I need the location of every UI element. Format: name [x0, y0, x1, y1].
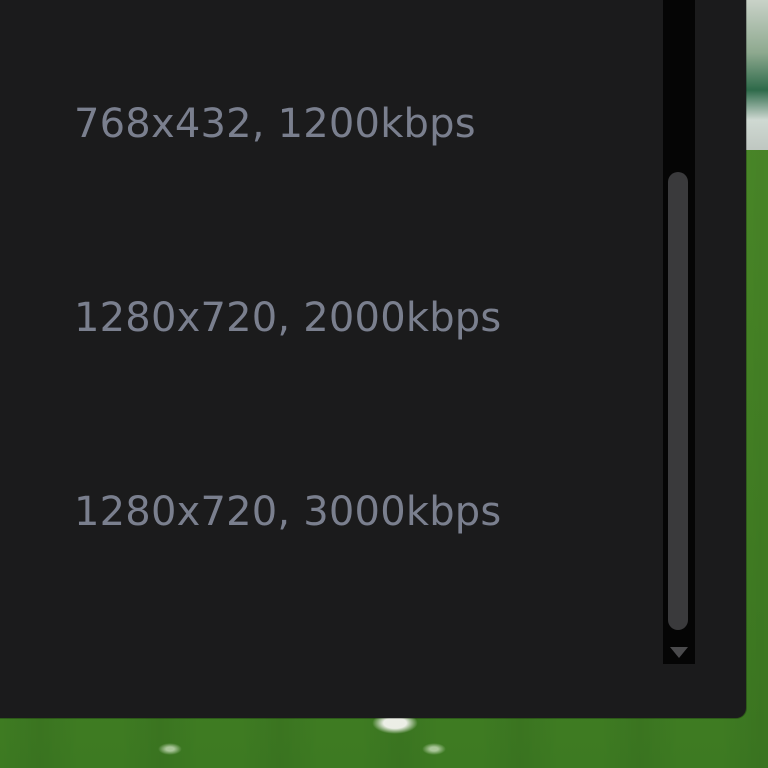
- menu-scrollbar-thumb[interactable]: [668, 172, 688, 630]
- quality-option-1280x720-2000kbps[interactable]: 1280x720, 2000kbps: [74, 298, 501, 338]
- pitch-marking: [420, 742, 448, 756]
- video-stadium-stand: [744, 0, 768, 150]
- quality-option-1280x720-3000kbps[interactable]: 1280x720, 3000kbps: [74, 492, 501, 532]
- video-player: 768x432, 1200kbps 1280x720, 2000kbps 128…: [0, 0, 768, 768]
- pitch-marking: [156, 742, 184, 756]
- quality-menu: 768x432, 1200kbps 1280x720, 2000kbps 128…: [0, 0, 746, 718]
- scroll-down-arrow-icon[interactable]: [664, 640, 694, 664]
- quality-option-768x432-1200kbps[interactable]: 768x432, 1200kbps: [74, 104, 476, 144]
